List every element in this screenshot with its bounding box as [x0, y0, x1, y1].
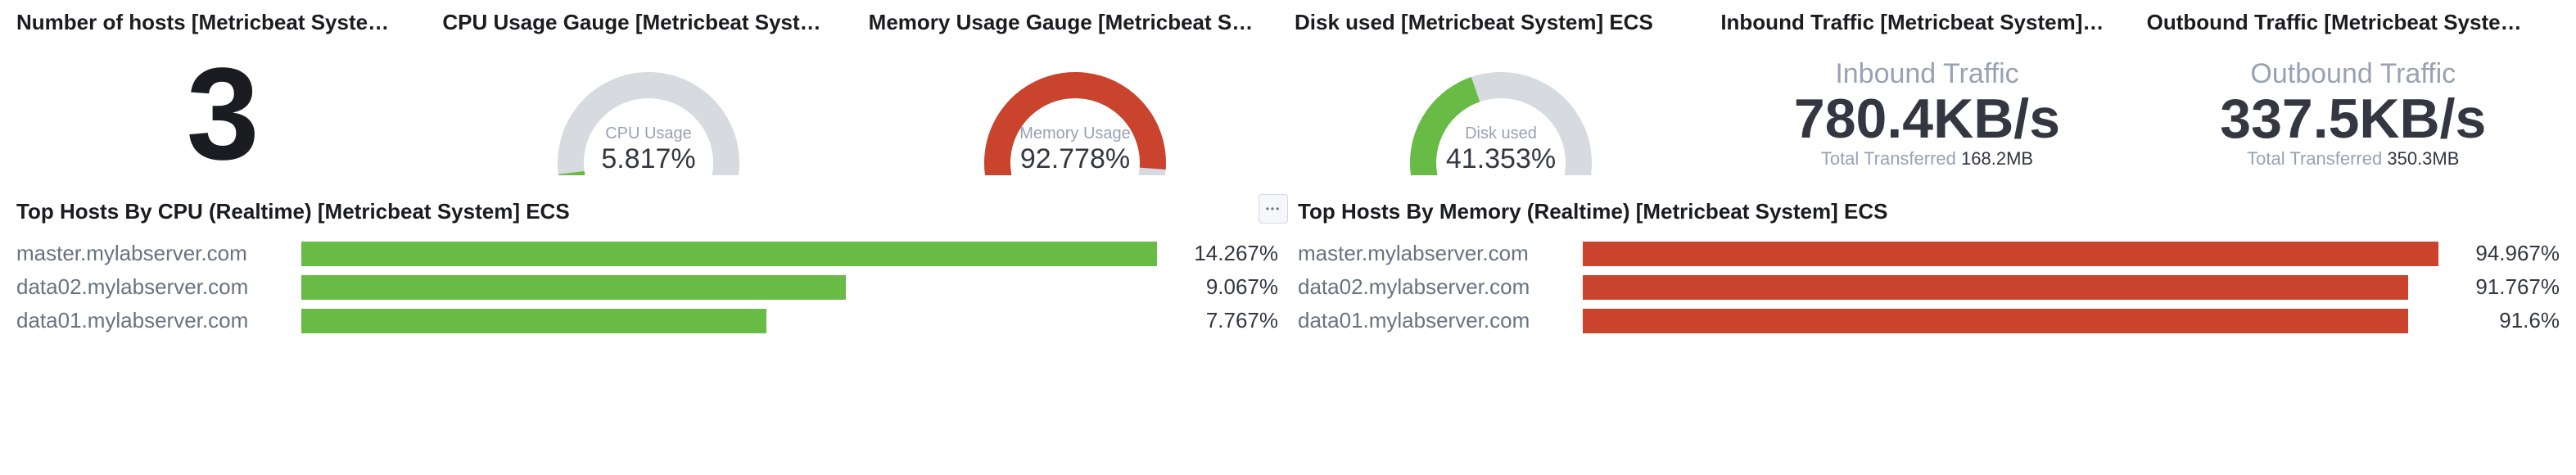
bar-track — [1583, 275, 2438, 300]
panel-title: Number of hosts [Metricbeat Syste… — [16, 10, 429, 35]
bar-row: data01.mylabserver.com 91.6% — [1298, 308, 2560, 333]
panel-disk-gauge: Disk used [Metricbeat System] ECS Disk u… — [1295, 10, 1707, 179]
traffic-label: Inbound Traffic — [1835, 58, 2018, 90]
bar-row: data01.mylabserver.com 7.767% — [16, 308, 1278, 333]
cpu-gauge-svg: CPU Usage5.817% — [542, 52, 755, 175]
panel-title: Inbound Traffic [Metricbeat System]… — [1720, 10, 2133, 35]
panel-number-of-hosts: Number of hosts [Metricbeat Syste… 3 — [16, 10, 429, 179]
traffic-sub-value: 168.2MB — [1961, 148, 2033, 169]
bar-host: master.mylabserver.com — [1298, 241, 1568, 266]
hosts-count: 3 — [187, 48, 260, 179]
ellipsis-icon: ••• — [1266, 203, 1281, 215]
bar-fill — [1583, 275, 2408, 300]
bar-value: 91.6% — [2453, 308, 2560, 333]
bar-row: master.mylabserver.com 14.267% — [16, 241, 1278, 266]
memory-gauge-svg: Memory Usage92.778% — [969, 52, 1182, 175]
svg-text:5.817%: 5.817% — [602, 143, 696, 174]
panel-title: Top Hosts By CPU (Realtime) [Metricbeat … — [16, 199, 1278, 224]
panel-title: CPU Usage Gauge [Metricbeat Syst… — [442, 10, 855, 35]
metric-body: 3 — [16, 48, 429, 179]
bar-value: 91.767% — [2453, 274, 2560, 300]
bar-track — [301, 275, 1157, 300]
panel-cpu-gauge: CPU Usage Gauge [Metricbeat Syst… CPU Us… — [442, 10, 855, 179]
panel-title: Memory Usage Gauge [Metricbeat S… — [869, 10, 1281, 35]
bar-host: data02.mylabserver.com — [16, 274, 287, 300]
bar-fill — [1583, 309, 2408, 333]
traffic-sub-value: 350.3MB — [2387, 148, 2459, 169]
bar-row: master.mylabserver.com 94.967% — [1298, 241, 2560, 266]
bar-list: master.mylabserver.com 14.267% data02.myla… — [16, 241, 1278, 333]
metric-body: Inbound Traffic 780.4KB/s Total Transfer… — [1720, 48, 2133, 179]
metrics-row: Number of hosts [Metricbeat Syste… 3 CPU… — [16, 10, 2560, 179]
disk-gauge-svg: Disk used41.353% — [1394, 52, 1607, 175]
traffic-sub-label: Total Transferred — [2247, 148, 2382, 169]
traffic: Outbound Traffic 337.5KB/s Total Transfe… — [2220, 58, 2486, 170]
bar-host: data01.mylabserver.com — [16, 308, 287, 333]
gauge: Memory Usage92.778% — [969, 52, 1182, 175]
metric-body: Memory Usage92.778% — [869, 48, 1281, 179]
bar-value: 94.967% — [2453, 241, 2560, 266]
bar-row: data02.mylabserver.com 9.067% — [16, 274, 1278, 300]
bar-host: data02.mylabserver.com — [1298, 274, 1568, 300]
panel-title: Top Hosts By Memory (Realtime) [Metricbe… — [1298, 199, 2560, 224]
svg-text:Disk used: Disk used — [1465, 124, 1537, 142]
traffic-label: Outbound Traffic — [2250, 58, 2456, 90]
bar-track — [301, 309, 1157, 333]
bar-track — [1583, 242, 2438, 266]
bar-host: master.mylabserver.com — [16, 241, 287, 266]
bar-row: data02.mylabserver.com 91.767% — [1298, 274, 2560, 300]
panel-top-cpu: ••• Top Hosts By CPU (Realtime) [Metricb… — [16, 199, 1278, 342]
svg-text:CPU Usage: CPU Usage — [606, 124, 693, 142]
traffic-value: 780.4KB/s — [1794, 90, 2060, 148]
panel-outbound-traffic: Outbound Traffic [Metricbeat Syste… Outb… — [2147, 10, 2560, 179]
traffic-sub-label: Total Transferred — [1821, 148, 1956, 169]
bar-fill — [301, 275, 846, 300]
bar-value: 9.067% — [1172, 274, 1278, 300]
svg-text:92.778%: 92.778% — [1020, 143, 1130, 174]
gauge: Disk used41.353% — [1394, 52, 1607, 175]
metric-body: Disk used41.353% — [1295, 48, 1707, 179]
bar-track — [301, 242, 1157, 266]
traffic: Inbound Traffic 780.4KB/s Total Transfer… — [1794, 58, 2060, 170]
metric-body: Outbound Traffic 337.5KB/s Total Transfe… — [2147, 48, 2560, 179]
svg-text:41.353%: 41.353% — [1446, 143, 1556, 174]
gauge: CPU Usage5.817% — [542, 52, 755, 175]
panel-top-memory: Top Hosts By Memory (Realtime) [Metricbe… — [1298, 199, 2560, 342]
traffic-sub: Total Transferred 168.2MB — [1821, 148, 2033, 170]
bar-host: data01.mylabserver.com — [1298, 308, 1568, 333]
panel-inbound-traffic: Inbound Traffic [Metricbeat System]… Inb… — [1720, 10, 2133, 179]
bar-fill — [301, 242, 1157, 266]
lists-row: ••• Top Hosts By CPU (Realtime) [Metricb… — [16, 199, 2560, 342]
svg-text:Memory Usage: Memory Usage — [1019, 124, 1131, 142]
panel-title: Disk used [Metricbeat System] ECS — [1295, 10, 1707, 35]
bar-list: master.mylabserver.com 94.967% data02.myla… — [1298, 241, 2560, 333]
bar-value: 7.767% — [1172, 308, 1278, 333]
traffic-sub: Total Transferred 350.3MB — [2247, 148, 2459, 170]
traffic-value: 337.5KB/s — [2220, 90, 2486, 148]
panel-options-button[interactable]: ••• — [1259, 194, 1288, 224]
bar-fill — [301, 309, 766, 333]
metric-body: CPU Usage5.817% — [442, 48, 855, 179]
panel-memory-gauge: Memory Usage Gauge [Metricbeat S… Memory… — [869, 10, 1281, 179]
panel-title: Outbound Traffic [Metricbeat Syste… — [2147, 10, 2560, 35]
bar-fill — [1583, 242, 2438, 266]
bar-track — [1583, 309, 2438, 333]
bar-value: 14.267% — [1172, 241, 1278, 266]
